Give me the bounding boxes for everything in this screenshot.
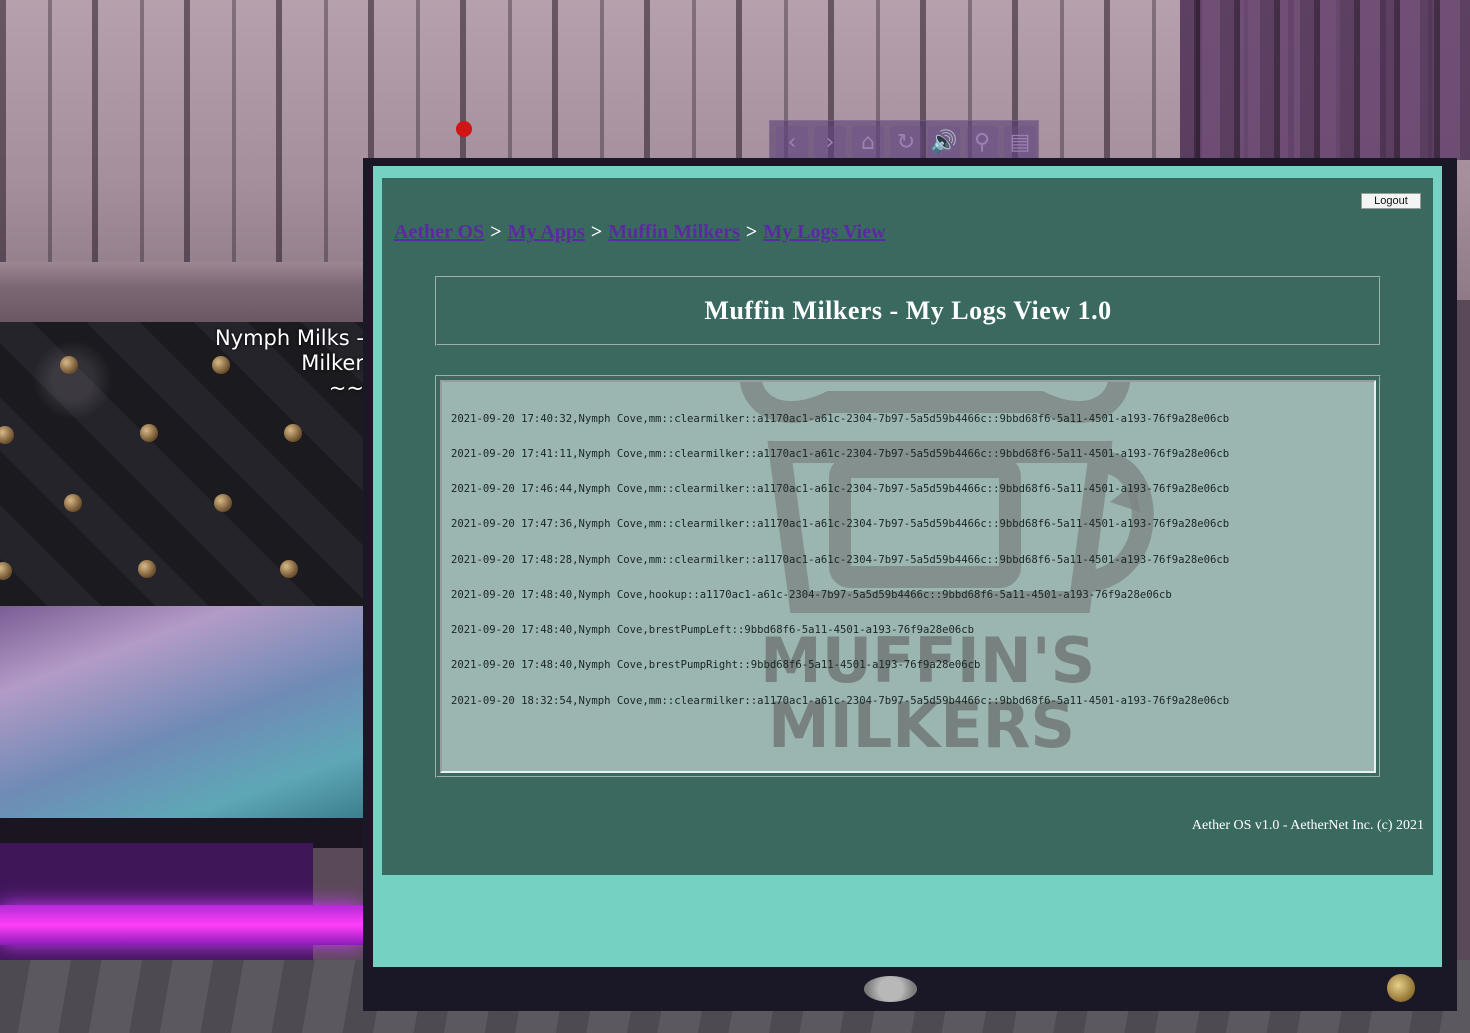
zoom-icon[interactable]: ⚲ <box>966 126 998 158</box>
log-textarea[interactable]: MUFFIN'S MILKERS 2021-09-20 17:40:32,Nym… <box>440 380 1376 773</box>
monitor-power-button[interactable] <box>1387 974 1415 1002</box>
page-title: Muffin Milkers - My Logs View 1.0 <box>704 296 1112 325</box>
headboard-stud <box>60 356 78 374</box>
log-line: 2021-09-20 17:41:11,Nymph Cove,mm::clear… <box>451 447 1230 460</box>
headboard-stud <box>140 424 158 442</box>
log-line: 2021-09-20 17:46:44,Nymph Cove,mm::clear… <box>451 483 1230 495</box>
breadcrumb-separator: > <box>745 221 758 243</box>
headboard-stud <box>0 426 14 444</box>
log-line: 2021-09-20 17:40:32,Nymph Cove,mm::clear… <box>451 412 1230 425</box>
neon-panel <box>0 843 313 963</box>
volume-icon[interactable]: 🔊 <box>928 126 960 158</box>
media-settings-icon[interactable]: ▤ <box>1004 126 1036 158</box>
home-icon[interactable]: ⌂ <box>852 126 884 158</box>
headboard-stud <box>214 494 232 512</box>
reload-icon[interactable]: ↻ <box>890 126 922 158</box>
log-line: 2021-09-20 17:48:40,Nymph Cove,hookup::a… <box>451 588 1172 601</box>
headboard-stud <box>64 494 82 512</box>
breadcrumb-link-my-apps[interactable]: My Apps <box>508 221 585 243</box>
breadcrumb-link-aether-os[interactable]: Aether OS <box>394 221 484 243</box>
breadcrumb-link-muffin-milkers[interactable]: Muffin Milkers <box>608 221 740 243</box>
headboard-stud <box>138 560 156 578</box>
breadcrumb-link-my-logs-view[interactable]: My Logs View <box>763 221 885 243</box>
log-line: 2021-09-20 17:48:40,Nymph Cove,brestPump… <box>451 659 981 672</box>
breadcrumb-separator: > <box>590 221 603 243</box>
bed-blanket <box>0 606 363 821</box>
log-line: 2021-09-20 17:48:28,Nymph Cove,mm::clear… <box>451 553 1230 566</box>
wall-trim <box>0 262 363 326</box>
monitor-center-button[interactable] <box>864 976 917 1002</box>
floating-text-line: Nymph Milks - <box>214 326 364 350</box>
breadcrumb: Aether OS > My Apps > Muffin Milkers > My Logs… <box>394 221 886 251</box>
log-line: 2021-09-20 17:47:36,Nymph Cove,mm::clear… <box>451 518 1230 531</box>
floating-text-line: ~~ <box>328 376 364 400</box>
headboard-stud <box>280 560 298 578</box>
log-line: 2021-09-20 18:32:54,Nymph Cove,mm::clear… <box>451 694 1230 707</box>
log-line: 2021-09-20 17:48:40,Nymph Cove,brestPump… <box>451 624 974 636</box>
page-title-box: Muffin Milkers - My Logs View 1.0 <box>435 276 1381 346</box>
log-frame: MUFFIN'S MILKERS 2021-09-20 17:40:32,Nym… <box>435 375 1381 778</box>
back-arrow-icon[interactable]: ‹ <box>776 126 808 158</box>
floating-text-line: Milker <box>301 351 364 375</box>
headboard-stud <box>284 424 302 442</box>
headboard-stud <box>0 562 12 580</box>
red-indicator-dot <box>456 121 472 137</box>
purple-wall-panel <box>1180 0 1470 160</box>
forward-arrow-icon[interactable]: › <box>814 126 846 158</box>
footer-copyright: Aether OS v1.0 - AetherNet Inc. (c) 2021 <box>1191 818 1424 833</box>
logout-button[interactable]: Logout <box>1361 193 1421 209</box>
log-lines: 2021-09-20 17:40:32,Nymph Cove,mm::clear… <box>442 382 1374 731</box>
breadcrumb-separator: > <box>490 221 502 243</box>
floating-object-label: Nymph Milks - Milker ~~ <box>180 326 364 401</box>
neon-light-strip <box>0 905 363 945</box>
